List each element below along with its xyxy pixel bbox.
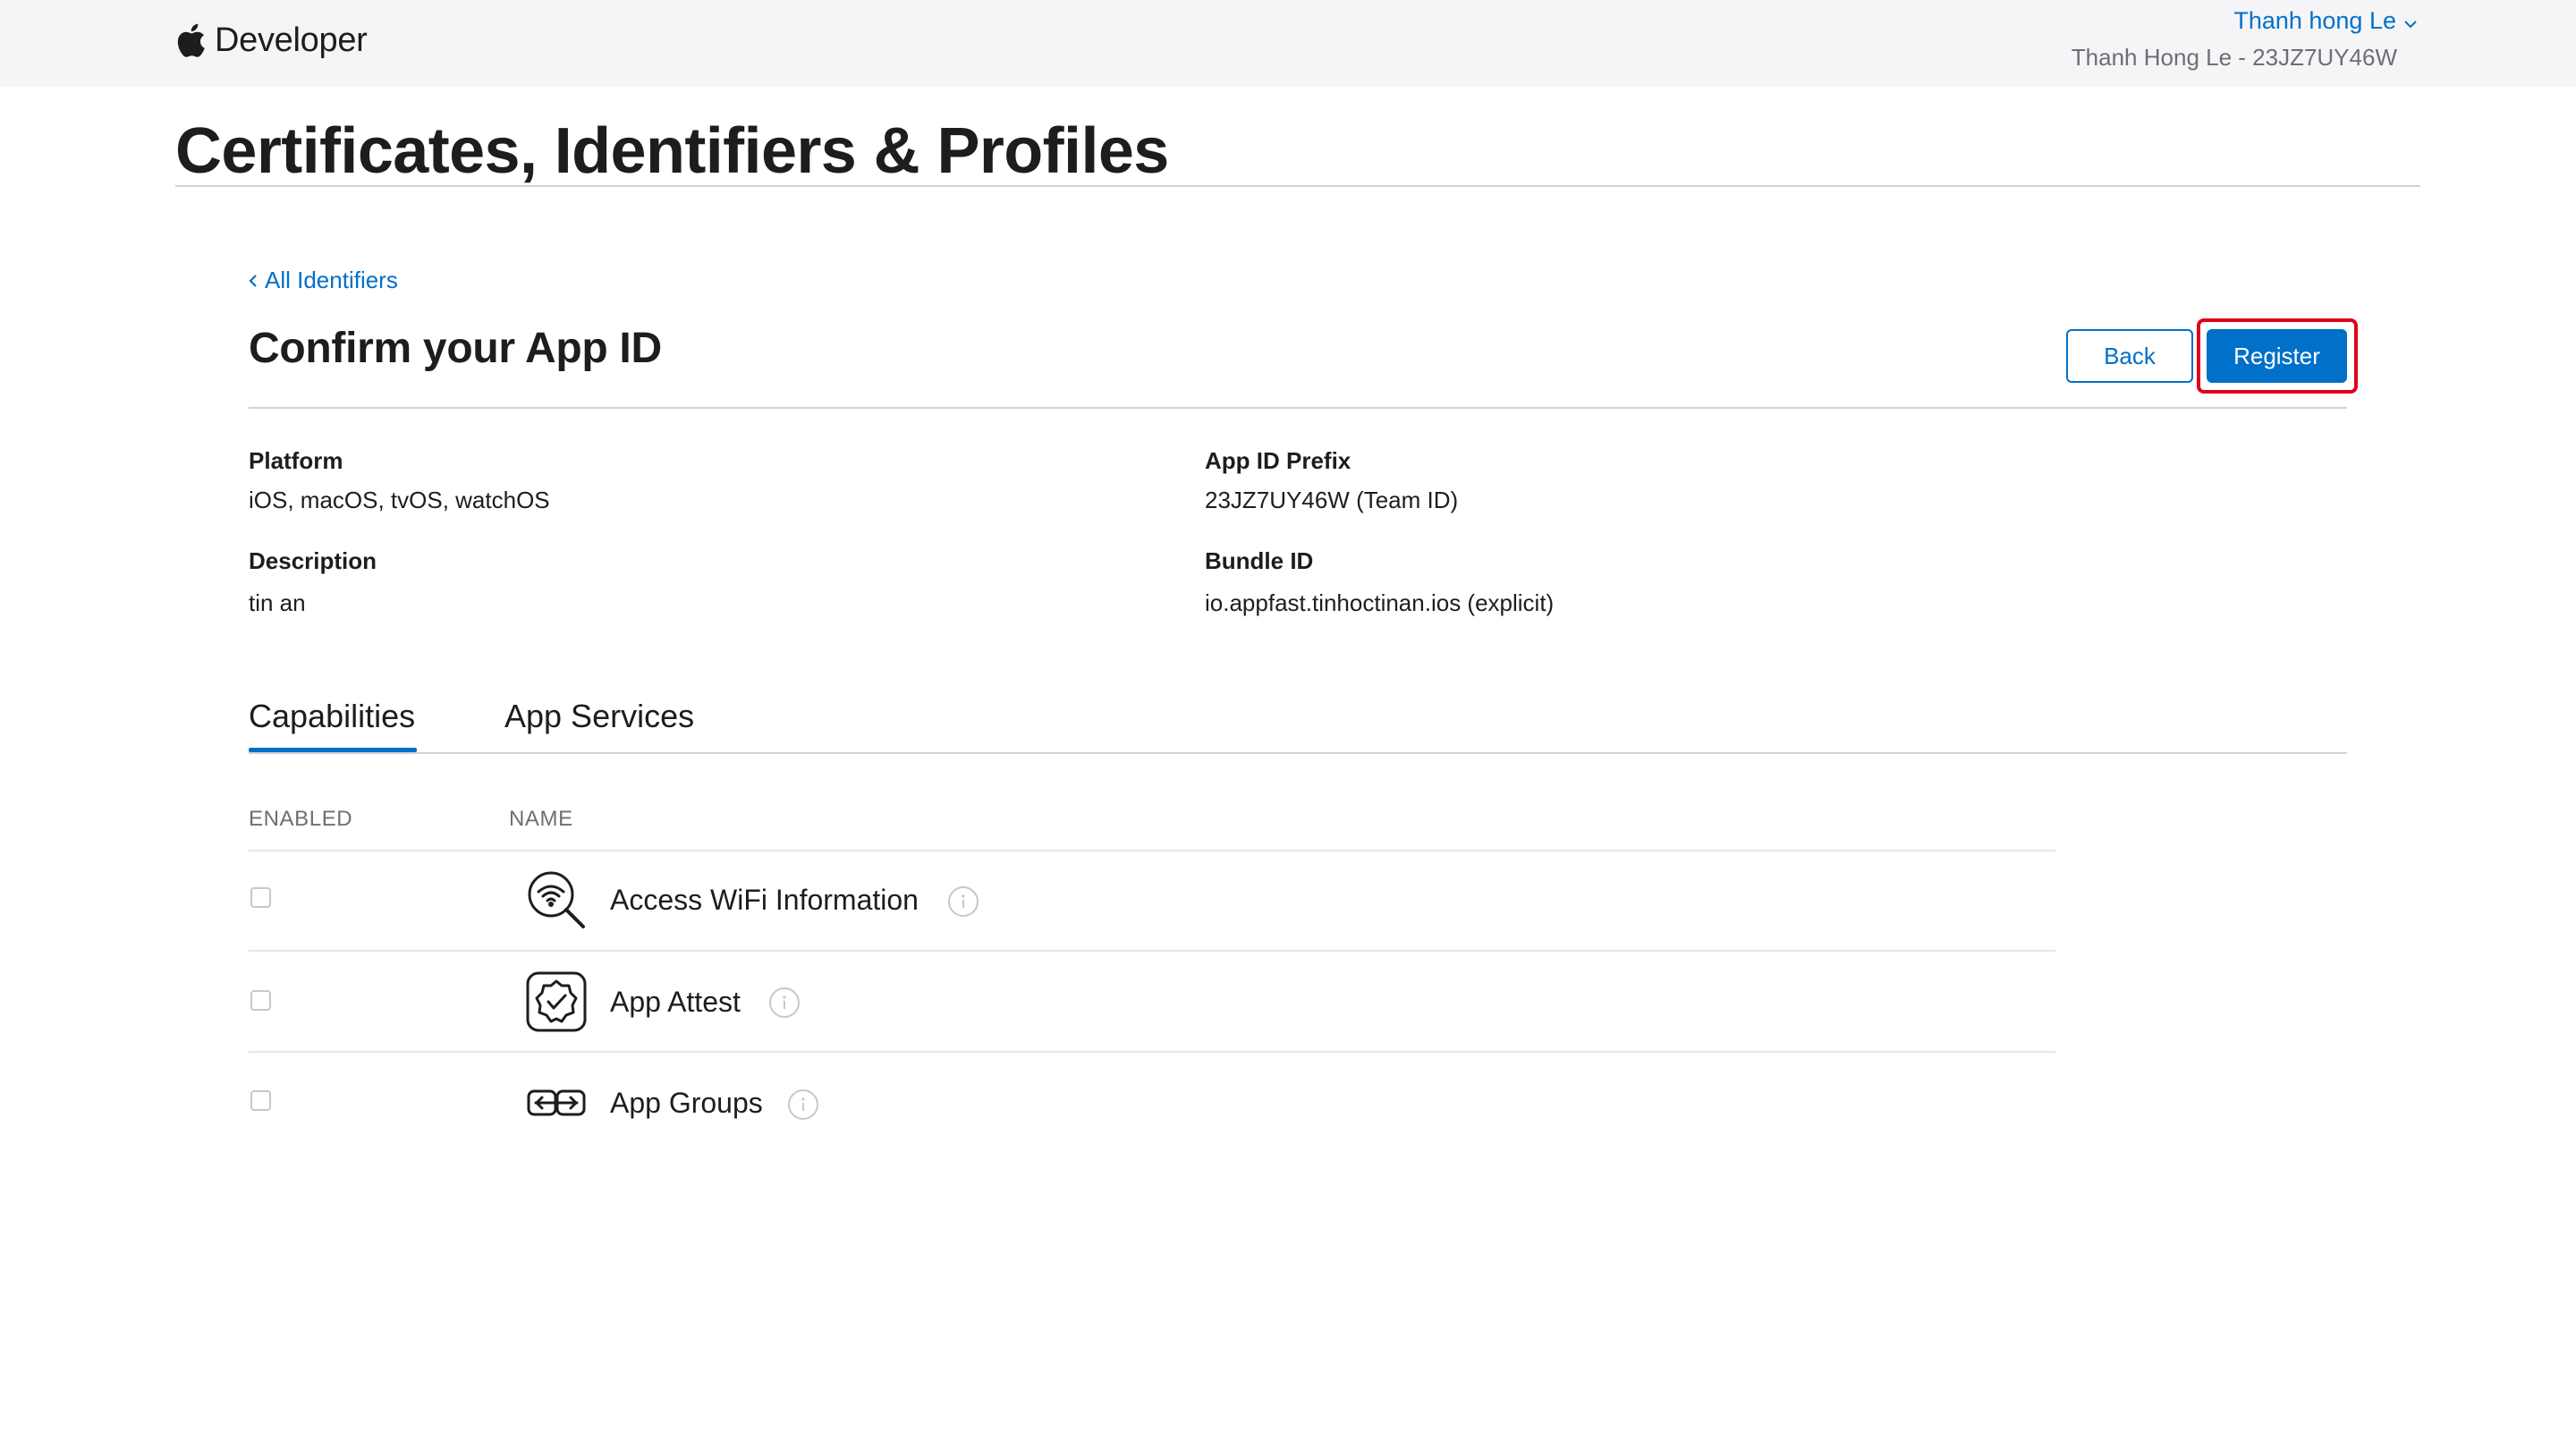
capability-name: Access WiFi Information [610, 884, 919, 916]
team-label: Thanh Hong Le - 23JZ7UY46W [2071, 44, 2397, 71]
app-id-prefix-label: App ID Prefix [1205, 447, 1352, 474]
bundle-id-value: io.appfast.tinhoctinan.ios (explicit) [1205, 589, 1555, 616]
divider [249, 1051, 2055, 1053]
page-title: Certificates, Identifiers & Profiles [175, 115, 1169, 187]
back-link-label: All Identifiers [265, 267, 398, 293]
tab-app-services[interactable]: App Services [504, 698, 694, 735]
divider [249, 407, 2347, 409]
platform-value: iOS, macOS, tvOS, watchOS [249, 487, 550, 513]
info-icon[interactable] [769, 987, 800, 1018]
enable-checkbox[interactable] [250, 990, 271, 1011]
wifi-search-icon [524, 868, 589, 932]
account-menu[interactable]: Thanh hong Le [2233, 7, 2418, 35]
capability-name: App Attest [610, 986, 741, 1018]
account-name: Thanh hong Le [2233, 7, 2396, 34]
app-groups-icon [524, 1071, 589, 1135]
developer-home-link[interactable]: Developer [175, 18, 368, 63]
enable-checkbox[interactable] [250, 887, 271, 908]
description-label: Description [249, 547, 377, 574]
register-button[interactable]: Register [2207, 329, 2347, 383]
brand-label: Developer [215, 21, 368, 59]
tab-capabilities[interactable]: Capabilities [249, 698, 415, 735]
platform-label: Platform [249, 447, 343, 474]
chevron-down-icon [2403, 7, 2418, 35]
description-value: tin an [249, 589, 306, 616]
info-icon[interactable] [948, 886, 979, 917]
info-icon[interactable] [788, 1089, 818, 1120]
all-identifiers-link[interactable]: All Identifiers [249, 267, 398, 294]
app-id-prefix-value: 23JZ7UY46W (Team ID) [1205, 487, 1459, 513]
global-header: Developer Thanh hong Le Thanh Hong Le - … [0, 0, 2576, 87]
divider [249, 950, 2055, 952]
chevron-left-icon [249, 267, 258, 294]
apple-logo-icon [175, 22, 206, 58]
capability-name: App Groups [610, 1087, 763, 1119]
column-header-name: NAME [509, 807, 573, 831]
bundle-id-label: Bundle ID [1205, 547, 1314, 574]
divider [249, 850, 2055, 851]
section-title: Confirm your App ID [249, 325, 662, 372]
column-header-enabled: ENABLED [249, 807, 353, 831]
enable-checkbox[interactable] [250, 1090, 271, 1111]
divider [249, 752, 2347, 754]
divider [175, 185, 2420, 187]
badge-check-icon [524, 970, 589, 1034]
back-button[interactable]: Back [2066, 329, 2193, 383]
